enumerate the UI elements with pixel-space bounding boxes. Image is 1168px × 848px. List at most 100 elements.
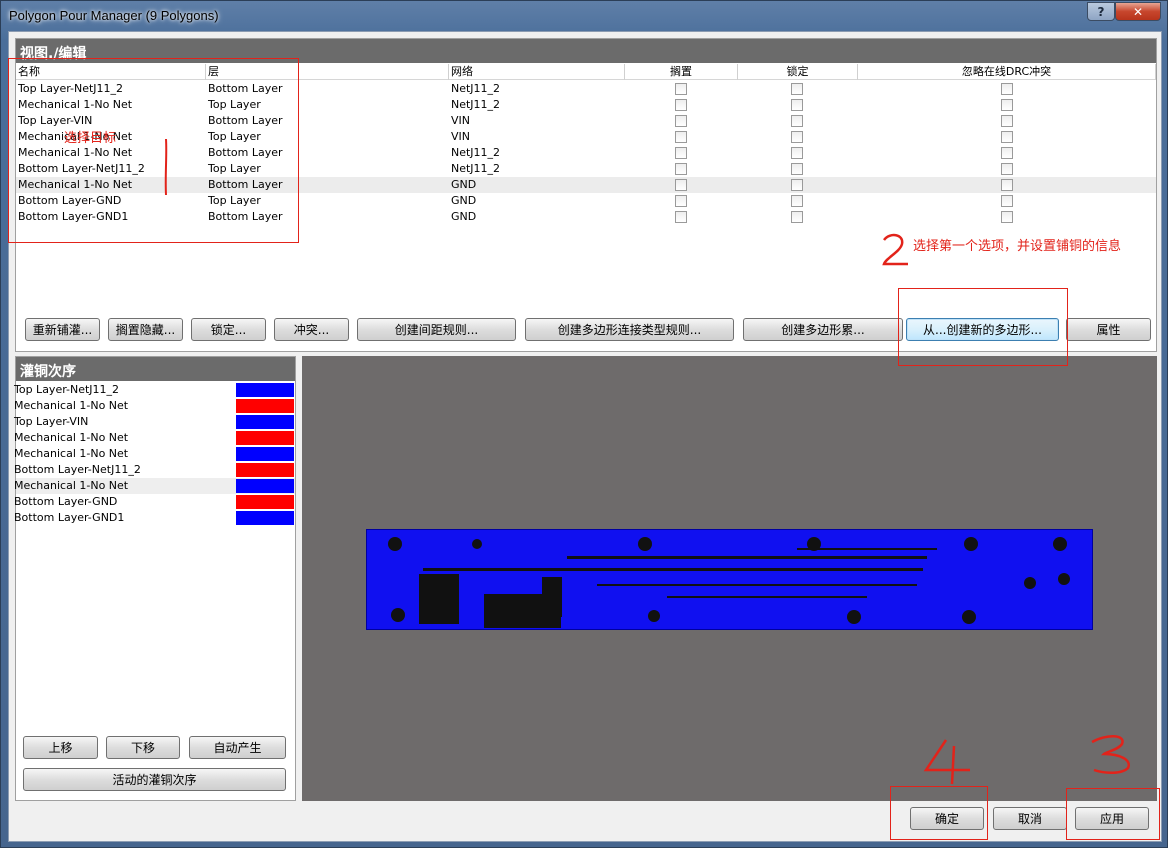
mounting-hole — [962, 610, 976, 624]
active-pour-order-button[interactable]: 活动的灌铜次序 — [23, 768, 286, 791]
annotation-box-create-from — [898, 288, 1068, 366]
locked-checkbox[interactable] — [791, 163, 803, 175]
locked-checkbox[interactable] — [791, 83, 803, 95]
mounting-hole — [1053, 537, 1067, 551]
column-header-ignore-drc[interactable]: 忽略在线DRC冲突 — [858, 64, 1156, 80]
shelved-checkbox[interactable] — [675, 211, 687, 223]
polygon-net-cell: NetJ11_2 — [451, 146, 501, 159]
pour-order-item-label: Mechanical 1-No Net — [14, 399, 129, 412]
pour-order-item-label: Bottom Layer-NetJ11_2 — [14, 463, 141, 476]
shelved-checkbox[interactable] — [675, 147, 687, 159]
create-polygon-class-button[interactable]: 创建多边形累... — [743, 318, 903, 341]
locked-checkbox[interactable] — [791, 147, 803, 159]
via — [648, 610, 660, 622]
properties-button[interactable]: 属性 — [1066, 318, 1151, 341]
mounting-hole — [847, 610, 861, 624]
shelved-checkbox[interactable] — [675, 83, 687, 95]
cancel-button[interactable]: 取消 — [993, 807, 1067, 830]
polygon-net-cell: GND — [451, 178, 477, 191]
pour-order-item-label: Bottom Layer-GND1 — [14, 511, 125, 524]
annotation-number-3 — [1091, 735, 1130, 774]
conflict-button[interactable]: 冲突... — [274, 318, 349, 341]
shelved-checkbox[interactable] — [675, 131, 687, 143]
pcb-board-preview — [366, 529, 1093, 630]
polygon-net-cell: VIN — [451, 114, 470, 127]
ignore-drc-checkbox[interactable] — [1001, 83, 1013, 95]
trace — [797, 548, 937, 550]
via — [1058, 573, 1070, 585]
ignore-drc-checkbox[interactable] — [1001, 195, 1013, 207]
annotation-step2-text: 选择第一个选项，并设置铺铜的信息 — [913, 239, 1122, 254]
window-title: Polygon Pour Manager (9 Polygons) — [9, 8, 219, 23]
pour-order-item[interactable]: Bottom Layer-GND — [14, 494, 295, 510]
column-header-shelved[interactable]: 搁置 — [625, 64, 738, 80]
trace — [423, 568, 923, 571]
via — [472, 539, 482, 549]
pour-order-color-swatch — [236, 399, 294, 413]
ignore-drc-checkbox[interactable] — [1001, 163, 1013, 175]
move-up-button[interactable]: 上移 — [23, 736, 98, 759]
pour-order-color-swatch — [236, 431, 294, 445]
pour-order-item[interactable]: Mechanical 1-No Net — [14, 430, 295, 446]
annotation-number-2 — [882, 233, 908, 266]
ignore-drc-checkbox[interactable] — [1001, 179, 1013, 191]
mounting-hole — [388, 537, 402, 551]
locked-checkbox[interactable] — [791, 131, 803, 143]
pour-order-item[interactable]: Top Layer-NetJ11_2 — [14, 382, 295, 398]
pour-order-item[interactable]: Mechanical 1-No Net — [14, 478, 295, 494]
ignore-drc-checkbox[interactable] — [1001, 131, 1013, 143]
shelved-checkbox[interactable] — [675, 115, 687, 127]
annotation-number-4 — [923, 739, 970, 785]
pour-order-color-swatch — [236, 495, 294, 509]
pour-order-item[interactable]: Bottom Layer-GND1 — [14, 510, 295, 526]
pour-order-color-swatch — [236, 415, 294, 429]
help-button[interactable]: ? — [1087, 2, 1115, 21]
create-connect-rule-button[interactable]: 创建多边形连接类型规则... — [525, 318, 734, 341]
auto-generate-button[interactable]: 自动产生 — [189, 736, 286, 759]
move-down-button[interactable]: 下移 — [106, 736, 180, 759]
shelved-checkbox[interactable] — [675, 179, 687, 191]
create-clearance-rule-button[interactable]: 创建间距规则... — [357, 318, 516, 341]
pour-order-panel: 灌铜次序 Top Layer-NetJ11_2 Mechanical 1-No N… — [14, 356, 296, 801]
locked-checkbox[interactable] — [791, 99, 803, 111]
polygon-net-cell: NetJ11_2 — [451, 82, 501, 95]
shelved-checkbox[interactable] — [675, 163, 687, 175]
ignore-drc-checkbox[interactable] — [1001, 99, 1013, 111]
ignore-drc-checkbox[interactable] — [1001, 211, 1013, 223]
mounting-hole — [638, 537, 652, 551]
pour-order-item-label: Mechanical 1-No Net — [14, 431, 129, 444]
pour-order-item[interactable]: Top Layer-VIN — [14, 414, 295, 430]
polygon-net-cell: GND — [451, 194, 477, 207]
pour-order-item-label: Top Layer-VIN — [14, 415, 89, 428]
locked-checkbox[interactable] — [791, 179, 803, 191]
shelved-checkbox[interactable] — [675, 195, 687, 207]
pour-order-item-label: Bottom Layer-GND — [14, 495, 118, 508]
ignore-drc-checkbox[interactable] — [1001, 147, 1013, 159]
pcb-preview — [302, 356, 1157, 801]
pour-order-item[interactable]: Mechanical 1-No Net — [14, 446, 295, 462]
repour-button[interactable]: 重新铺灌... — [25, 318, 100, 341]
pour-order-item-label: Mechanical 1-No Net — [14, 479, 129, 492]
locked-checkbox[interactable] — [791, 211, 803, 223]
annotation-number-1 — [164, 138, 168, 196]
trace — [567, 556, 927, 559]
ignore-drc-checkbox[interactable] — [1001, 115, 1013, 127]
panel-title-pour-order: 灌铜次序 — [16, 357, 295, 381]
pour-order-color-swatch — [236, 383, 294, 397]
locked-checkbox[interactable] — [791, 115, 803, 127]
column-header-locked[interactable]: 锁定 — [738, 64, 858, 80]
pour-order-item-label: Mechanical 1-No Net — [14, 447, 129, 460]
pour-order-item[interactable]: Bottom Layer-NetJ11_2 — [14, 462, 295, 478]
title-bar[interactable]: Polygon Pour Manager (9 Polygons) ? ✕ — [1, 1, 1167, 31]
shelve-hide-button[interactable]: 搁置隐藏... — [108, 318, 183, 341]
locked-checkbox[interactable] — [791, 195, 803, 207]
pour-order-item[interactable]: Mechanical 1-No Net — [14, 398, 295, 414]
annotation-select-target: 选择目标 — [64, 131, 117, 146]
shelved-checkbox[interactable] — [675, 99, 687, 111]
column-header-net[interactable]: 网络 — [449, 64, 625, 80]
trace — [597, 584, 917, 586]
polygon-net-cell: NetJ11_2 — [451, 162, 501, 175]
lock-button[interactable]: 锁定... — [191, 318, 266, 341]
polygon-net-cell: NetJ11_2 — [451, 98, 501, 111]
close-button[interactable]: ✕ — [1115, 2, 1161, 21]
